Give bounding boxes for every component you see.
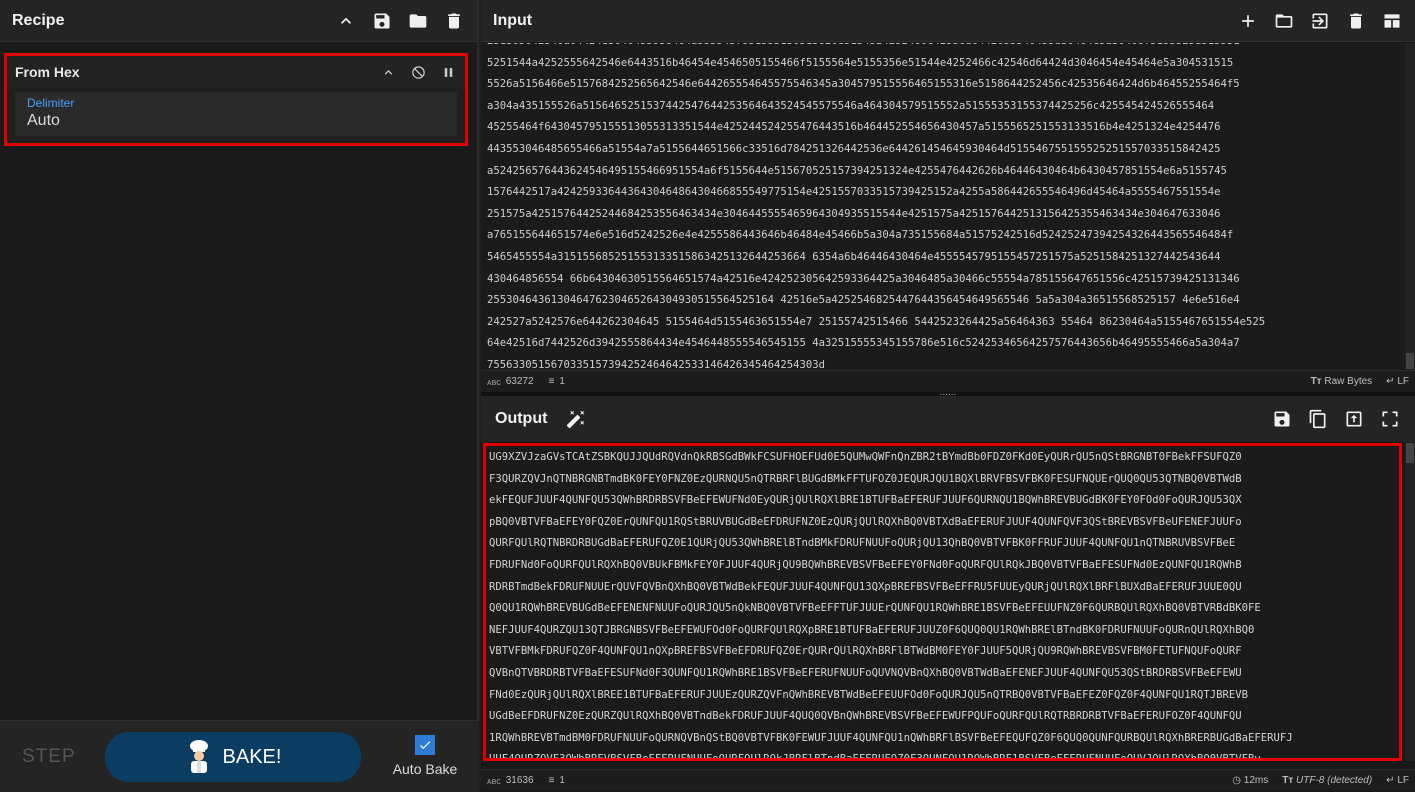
text-line: NEFJUUF4QURZQU13QTJBRGNBSVFBeEFEWUFOd0Fo…	[489, 623, 1255, 636]
output-status-bar: ᴀʙᴄ 31636 ≡ 1 ◷ 12ms Tт UTF-8 (detected)…	[481, 769, 1415, 791]
input-line-count: 1	[559, 376, 565, 387]
output-line-count: 1	[559, 775, 565, 786]
input-textarea[interactable]: 251305642546d64424d3046455930464a5555457…	[481, 43, 1415, 370]
layout-icon[interactable]	[1381, 10, 1403, 32]
plus-icon[interactable]	[1237, 10, 1259, 32]
maximize-icon[interactable]	[1379, 408, 1401, 430]
text-line: ekFEQUFJUUF4QUNFQU53QWhBRDRBSVFBeEFEWUFN…	[489, 494, 1242, 507]
text-format-icon: Tт	[1310, 376, 1322, 387]
text-line: QURFQUlRQTNBRDRBUGdBaEFERUFQZ0E1QURjQU53…	[489, 537, 1236, 550]
output-encoding[interactable]: Tт UTF-8 (detected)	[1282, 775, 1372, 786]
output-scrollbar[interactable]	[1405, 443, 1415, 761]
recipe-title: Recipe	[12, 11, 65, 29]
text-line: 5251544a4252555642546e6443516b46454e4546…	[487, 56, 1234, 69]
cyberchef-app: Recipe From Hex Delimiter Auto STEP BAKE…	[0, 0, 1415, 792]
delimiter-value[interactable]: Auto	[27, 112, 445, 130]
output-textarea[interactable]: UG9XZVJzaGVsTCAtZSBKQUJJQUdRQVdnQkRBSGdB…	[483, 443, 1402, 761]
text-line: 7556330515670335157394252464642533146426…	[487, 358, 826, 370]
text-line: 1576442517a42425933644364304648643046685…	[487, 186, 1221, 199]
raw-bytes-selector[interactable]: Tт Raw Bytes	[1311, 376, 1373, 387]
step-button[interactable]: STEP	[22, 746, 76, 768]
text-line: UUF4QURZQVF3QWhBREVBSVFBeEFERUFNUUFoQURF…	[489, 753, 1261, 761]
text-line: pBQ0VBTVFBaEFEY0FQZ0ErQUNFQU1RQStBRUVBUG…	[489, 515, 1242, 528]
operation-from-hex[interactable]: From Hex Delimiter Auto	[4, 53, 468, 146]
bake-button[interactable]: BAKE!	[105, 732, 361, 782]
text-line: RDRBTmdBekFDRUFNUUErQUVFQVBnQXhBQ0VBTWdB…	[489, 580, 1242, 593]
auto-bake-checkbox[interactable]	[415, 735, 435, 755]
text-line: 45255464f643045795155513055313351544e425…	[487, 121, 1221, 134]
lines-icon: ≡	[548, 376, 555, 387]
recipe-header: Recipe	[0, 0, 477, 42]
bake-time: ◷ 12ms	[1232, 775, 1269, 786]
trash-icon[interactable]	[443, 10, 465, 32]
auto-bake-toggle[interactable]: Auto Bake	[392, 735, 458, 777]
text-line: QVBnQTVBRDRBTVFBaEFESUFNd0F3QUNFQU1RQWhB…	[489, 666, 1242, 679]
text-line: a765155644651574e6e516d5242526e4e4255586…	[487, 229, 1234, 242]
text-line: VBTVFBMkFDRUFQZ0F4QUNFQU1nQXpBREFBSVFBeE…	[489, 645, 1242, 658]
output-header: Output	[481, 396, 1415, 442]
auto-bake-label: Auto Bake	[392, 761, 458, 777]
text-line: 5465455554a31515568525155313351586342513…	[487, 250, 1221, 263]
controls-bar: STEP BAKE! Auto Bake	[0, 720, 479, 792]
text-line: 64e42516d7442526d3942555864434e454644855…	[487, 337, 1240, 350]
text-line: UG9XZVJzaGVsTCAtZSBKQUJJQUdRQVdnQkRBSGdB…	[489, 451, 1242, 463]
delimiter-label: Delimiter	[27, 96, 75, 110]
text-line: 1RQWhBREVBTmdBM0FDRUFNUUFoQURNQVBnQStBQ0…	[489, 731, 1293, 744]
operation-name: From Hex	[15, 64, 80, 80]
input-text[interactable]: 251305642546d64424d3046455930464a5555457…	[487, 43, 1397, 370]
abc-icon: ᴀʙᴄ	[487, 376, 501, 387]
io-pane: Input 251305642546d64424d3046455930464a5…	[481, 0, 1415, 792]
text-line: 430464856554 66b64304630515564651574a425…	[487, 272, 1240, 285]
text-line: FNd0EzQURjQUlRQXlBREE1BTUFBaEFERUFJUUEzQ…	[489, 688, 1248, 701]
clock-icon: ◷	[1232, 775, 1241, 786]
text-line: 251305642546d64424d3046455930464a5555457…	[487, 43, 1397, 53]
folder-icon[interactable]	[407, 10, 429, 32]
text-line: F3QURZQVJnQTNBRGNBTmdBK0FEY0FNZ0EzQURNQU…	[489, 472, 1242, 485]
pause-icon[interactable]	[439, 63, 457, 81]
text-line: FDRUFNd0FoQURFQUlRQXhBQ0VBUkFBMkFEY0FJUU…	[489, 558, 1242, 571]
save-icon[interactable]	[371, 10, 393, 32]
text-line: 251575a42515764425244684253556463434e304…	[487, 207, 1221, 220]
disable-icon[interactable]	[409, 63, 427, 81]
replace-input-icon[interactable]	[1343, 408, 1365, 430]
open-folder-icon[interactable]	[1273, 10, 1295, 32]
input-char-count: 63272	[505, 376, 534, 387]
text-line: a524256576443624546495155466951554a6f515…	[487, 164, 1227, 177]
text-line: a304a435155526a5156465251537442547644253…	[487, 99, 1215, 112]
return-icon: ↵	[1386, 376, 1395, 387]
bake-label: BAKE!	[222, 745, 282, 768]
input-header: Input	[481, 0, 1415, 42]
output-text[interactable]: UG9XZVJzaGVsTCAtZSBKQUJJQUdRQVdnQkRBSGdB…	[489, 447, 1399, 761]
delimiter-field[interactable]: Delimiter Auto	[15, 92, 457, 136]
lines-icon: ≡	[548, 775, 555, 786]
return-icon: ↵	[1386, 775, 1395, 786]
input-title: Input	[493, 11, 533, 29]
trash-icon[interactable]	[1345, 10, 1367, 32]
save-icon[interactable]	[1271, 408, 1293, 430]
magic-wand-icon[interactable]	[565, 408, 587, 430]
load-file-icon[interactable]	[1309, 10, 1331, 32]
text-line: 443553046485655466a51554a7a5155644651566…	[487, 142, 1221, 155]
chevron-up-icon[interactable]	[379, 63, 397, 81]
text-line: 2553046436130464762304652643049305155645…	[487, 294, 1240, 307]
eol-selector[interactable]: ↵ LF	[1386, 376, 1409, 387]
text-line: Q0QU1RQWhBREVBUGdBeEFENENFNUUFoQURJQU5nQ…	[489, 602, 1261, 615]
chevron-up-icon[interactable]	[335, 10, 357, 32]
recipe-pane: Recipe From Hex Delimiter Auto STEP BAKE…	[0, 0, 479, 792]
text-line: UGdBeEFDRUFNZ0EzQURZQUlRQXhBQ0VBTndBekFD…	[489, 710, 1242, 723]
abc-icon: ᴀʙᴄ	[487, 775, 501, 786]
output-char-count: 31636	[505, 775, 534, 786]
eol-selector[interactable]: ↵ LF	[1386, 775, 1409, 786]
output-title: Output	[495, 410, 548, 427]
input-scrollbar[interactable]	[1405, 43, 1415, 370]
text-format-icon: Tт	[1282, 775, 1294, 786]
chef-icon	[189, 740, 208, 773]
text-line: 5526a5156466e5157684252565642546e6442655…	[487, 78, 1240, 91]
text-line: 242527a5242576e644262304645 5155464d5155…	[487, 315, 1266, 328]
copy-icon[interactable]	[1307, 408, 1329, 430]
